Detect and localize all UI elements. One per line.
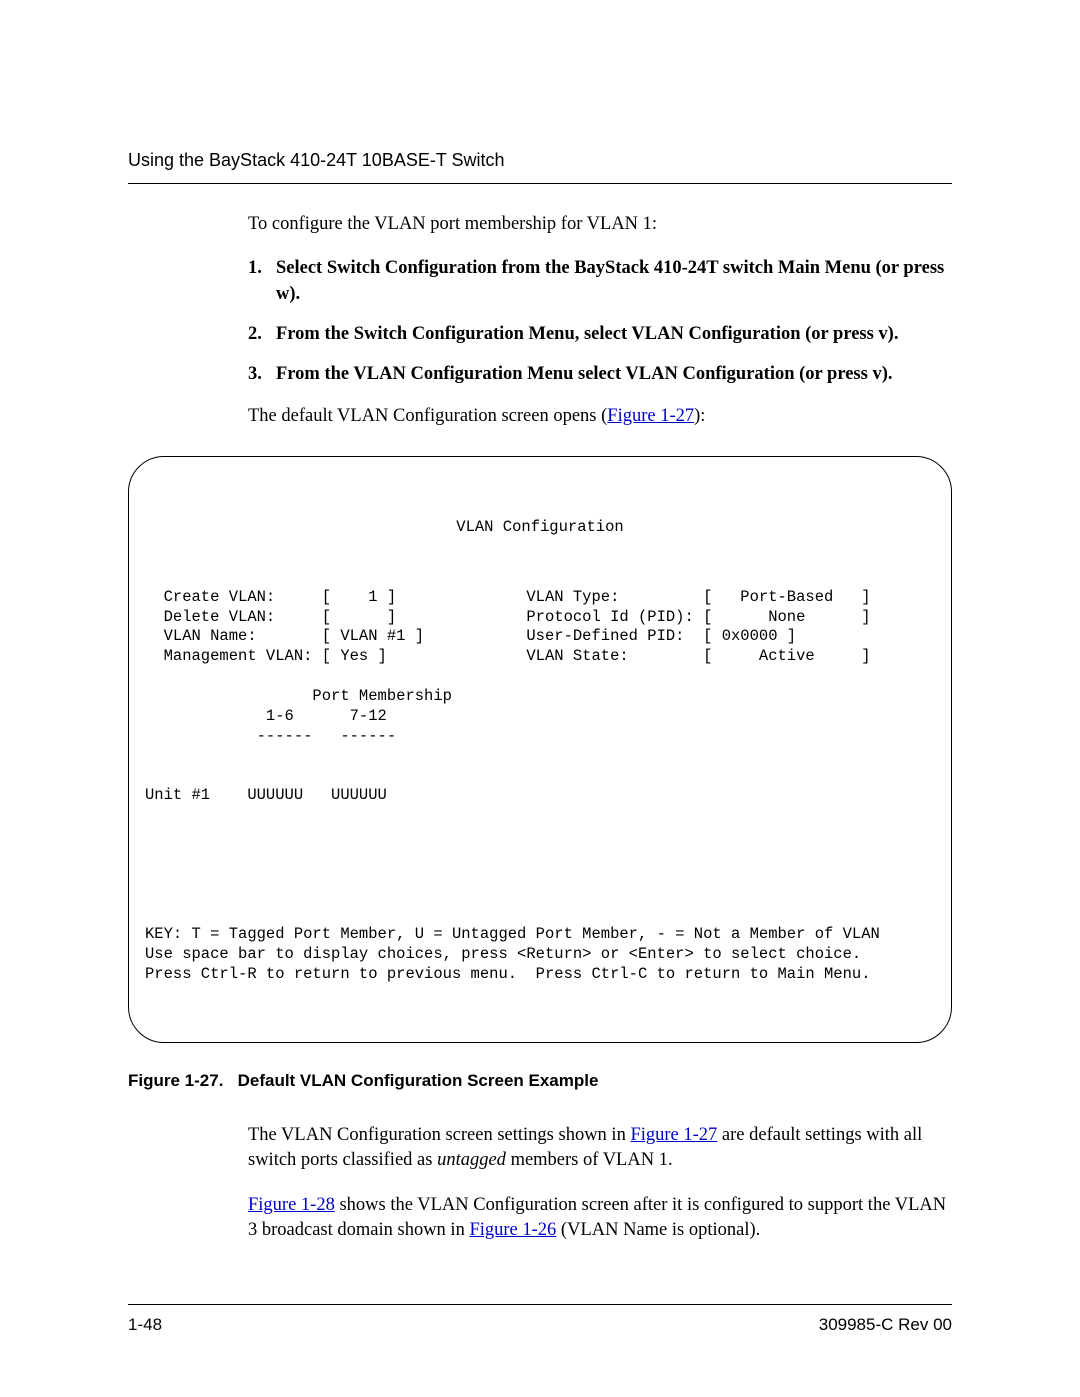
terminal-body: Create VLAN: [ 1 ] VLAN Type: [ Port-Bas…	[145, 588, 935, 985]
figure-caption-text: Default VLAN Configuration Screen Exampl…	[238, 1071, 599, 1090]
para1-pre: The VLAN Configuration screen settings s…	[248, 1125, 630, 1145]
figure-1-27-link[interactable]: Figure 1-27	[607, 406, 694, 426]
para1-italic: untagged	[437, 1150, 506, 1170]
page-footer: 1-48 309985-C Rev 00	[128, 1304, 952, 1335]
step-3: From the VLAN Configuration Menu select …	[248, 362, 952, 388]
after-steps-post: ):	[694, 406, 705, 426]
figure-caption: Figure 1-27. Default VLAN Configuration …	[128, 1071, 952, 1091]
footer-page-number: 1-48	[128, 1315, 162, 1335]
figure-1-26-link[interactable]: Figure 1-26	[469, 1220, 556, 1240]
after-steps-text: The default VLAN Configuration screen op…	[248, 404, 952, 428]
body-para-1: The VLAN Configuration screen settings s…	[248, 1123, 952, 1173]
footer-rule	[128, 1304, 952, 1305]
terminal-figure-box: VLAN Configuration Create VLAN: [ 1 ] VL…	[128, 456, 952, 1043]
figure-caption-label: Figure 1-27.	[128, 1071, 223, 1090]
para1-post: members of VLAN 1.	[506, 1150, 673, 1170]
terminal-title: VLAN Configuration	[145, 518, 935, 538]
header-rule	[128, 183, 952, 184]
intro-text: To configure the VLAN port membership fo…	[248, 212, 952, 236]
figure-1-28-link[interactable]: Figure 1-28	[248, 1195, 335, 1215]
body-para-2: Figure 1-28 shows the VLAN Configuration…	[248, 1193, 952, 1243]
step-2: From the Switch Configuration Menu, sele…	[248, 322, 952, 348]
step-1: Select Switch Configuration from the Bay…	[248, 256, 952, 308]
after-steps-pre: The default VLAN Configuration screen op…	[248, 406, 607, 426]
figure-1-27-link-2[interactable]: Figure 1-27	[630, 1125, 717, 1145]
steps-list: Select Switch Configuration from the Bay…	[248, 256, 952, 388]
footer-rev: 309985-C Rev 00	[819, 1315, 952, 1335]
para2-post: (VLAN Name is optional).	[556, 1220, 760, 1240]
running-header: Using the BayStack 410-24T 10BASE-T Swit…	[128, 150, 952, 171]
